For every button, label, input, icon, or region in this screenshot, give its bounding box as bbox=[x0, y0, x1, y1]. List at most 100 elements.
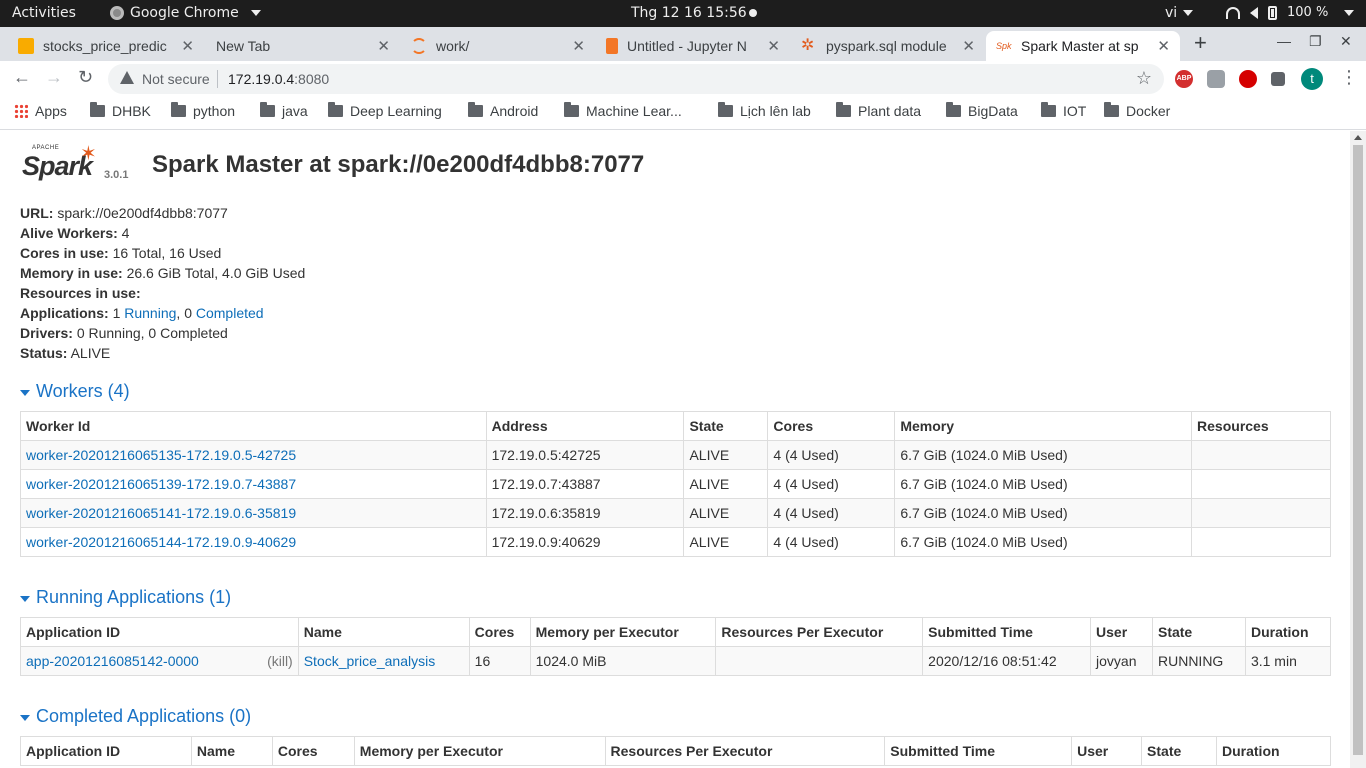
notification-dot-icon bbox=[749, 9, 757, 17]
bookmark-folder[interactable]: Deep Learning bbox=[328, 102, 442, 119]
worker-link[interactable]: worker-20201216065141-172.19.0.6-35819 bbox=[26, 505, 296, 521]
close-tab-icon[interactable]: ✕ bbox=[181, 37, 194, 55]
tab-pyspark-sql[interactable]: ✲ pyspark.sql module ✕ bbox=[791, 31, 985, 61]
bookmark-folder[interactable]: Plant data bbox=[836, 102, 921, 119]
bookmark-folder[interactable]: Android bbox=[468, 102, 538, 119]
worker-link[interactable]: worker-20201216065144-172.19.0.9-40629 bbox=[26, 534, 296, 550]
security-status[interactable]: Not secure bbox=[142, 71, 210, 87]
tab-new-tab[interactable]: New Tab ✕ bbox=[206, 31, 400, 61]
column-header[interactable]: Address bbox=[485, 411, 685, 441]
bookmark-apps[interactable]: Apps bbox=[14, 103, 67, 119]
completed-apps-section-toggle[interactable]: Completed Applications (0) bbox=[20, 706, 251, 727]
column-header[interactable]: User bbox=[1071, 736, 1143, 766]
bookmark-folder[interactable]: python bbox=[171, 102, 235, 119]
close-tab-icon[interactable]: ✕ bbox=[1157, 37, 1170, 55]
bookmark-label: Lịch lên lab bbox=[740, 103, 811, 119]
column-header[interactable]: Cores bbox=[271, 736, 355, 766]
column-header[interactable]: Memory per Executor bbox=[353, 736, 606, 766]
column-header[interactable]: State bbox=[1141, 736, 1217, 766]
column-header[interactable]: Submitted Time bbox=[922, 617, 1092, 647]
activities-button[interactable]: Activities bbox=[12, 5, 76, 21]
column-header[interactable]: Memory bbox=[894, 411, 1193, 441]
app-name: Google Chrome bbox=[130, 5, 239, 21]
column-header[interactable]: Name bbox=[297, 617, 470, 647]
scroll-up-arrow-icon[interactable] bbox=[1354, 135, 1362, 140]
table-cell: 6.7 GiB (1024.0 MiB Used) bbox=[894, 498, 1193, 528]
running-apps-link[interactable]: Running bbox=[124, 305, 176, 321]
info-resources: Resources in use: bbox=[20, 283, 305, 303]
column-header[interactable]: Application ID bbox=[20, 617, 299, 647]
forward-button[interactable]: → bbox=[45, 67, 63, 88]
column-header[interactable]: Duration bbox=[1216, 736, 1331, 766]
running-apps-section-toggle[interactable]: Running Applications (1) bbox=[20, 587, 231, 608]
scrollbar-thumb[interactable] bbox=[1353, 145, 1363, 755]
bookmark-folder[interactable]: java bbox=[260, 102, 308, 119]
completed-apps-link[interactable]: Completed bbox=[196, 305, 264, 321]
spark-icon: ✲ bbox=[801, 37, 815, 54]
bookmark-folder[interactable]: Machine Lear... bbox=[564, 102, 682, 119]
reload-button[interactable]: ↻ bbox=[78, 67, 93, 88]
new-tab-button[interactable]: + bbox=[1194, 30, 1207, 56]
url-text[interactable]: 172.19.0.4:8080 bbox=[228, 71, 329, 87]
table-cell bbox=[715, 646, 924, 676]
page-scrollbar[interactable] bbox=[1350, 131, 1366, 768]
bookmark-star-icon[interactable]: ☆ bbox=[1136, 68, 1152, 89]
table-header-row: Application ID Name Cores Memory per Exe… bbox=[20, 736, 1331, 766]
tab-work[interactable]: work/ ✕ bbox=[401, 31, 595, 61]
bookmark-folder[interactable]: BigData bbox=[946, 102, 1018, 119]
close-tab-icon[interactable]: ✕ bbox=[767, 37, 780, 55]
bookmark-folder[interactable]: IOT bbox=[1041, 102, 1086, 119]
input-language-menu[interactable]: vi bbox=[1165, 5, 1194, 21]
column-header[interactable]: Memory per Executor bbox=[529, 617, 717, 647]
address-bar[interactable]: Not secure 172.19.0.4:8080 ☆ bbox=[108, 64, 1164, 94]
column-header[interactable]: Duration bbox=[1244, 617, 1332, 647]
table-cell: jovyan bbox=[1090, 646, 1153, 676]
column-header[interactable]: Name bbox=[190, 736, 273, 766]
folder-icon bbox=[260, 102, 275, 117]
chrome-menu-icon[interactable]: ⋮ bbox=[1340, 67, 1358, 88]
profile-avatar[interactable]: t bbox=[1301, 68, 1323, 90]
worker-link[interactable]: worker-20201216065135-172.19.0.5-42725 bbox=[26, 447, 296, 463]
spark-logo[interactable]: APACHE Spark ✶ 3.0.1 bbox=[20, 143, 130, 183]
column-header[interactable]: State bbox=[1151, 617, 1246, 647]
close-window-button[interactable]: ✕ bbox=[1340, 33, 1352, 50]
column-header[interactable]: Resources bbox=[1191, 411, 1331, 441]
bookmark-label: java bbox=[282, 103, 308, 119]
back-button[interactable]: ← bbox=[13, 67, 31, 88]
bookmark-folder[interactable]: Docker bbox=[1104, 102, 1170, 119]
bookmark-folder[interactable]: DHBK bbox=[90, 102, 151, 119]
close-tab-icon[interactable]: ✕ bbox=[962, 37, 975, 55]
minimize-button[interactable]: — bbox=[1277, 33, 1291, 49]
clock[interactable]: Thg 12 16 15:56 bbox=[631, 5, 747, 21]
system-menu[interactable]: 100 % bbox=[1226, 5, 1355, 20]
table-cell: ALIVE bbox=[683, 498, 769, 528]
worker-link[interactable]: worker-20201216065139-172.19.0.7-43887 bbox=[26, 476, 296, 492]
maximize-button[interactable]: ❐ bbox=[1309, 33, 1322, 50]
close-tab-icon[interactable]: ✕ bbox=[572, 37, 585, 55]
tab-title: work/ bbox=[436, 38, 470, 54]
column-header[interactable]: Cores bbox=[468, 617, 531, 647]
app-menu[interactable]: Google Chrome bbox=[110, 5, 261, 21]
red-extension-icon[interactable] bbox=[1239, 70, 1257, 88]
column-header[interactable]: Application ID bbox=[20, 736, 192, 766]
kill-app-button[interactable]: (kill) bbox=[267, 653, 293, 669]
column-header[interactable]: Resources Per Executor bbox=[604, 736, 886, 766]
tab-spark-master[interactable]: Spk Spark Master at sp ✕ bbox=[986, 31, 1180, 61]
column-header[interactable]: Cores bbox=[767, 411, 896, 441]
adblock-extension-icon[interactable]: ABP bbox=[1175, 70, 1193, 88]
bookmark-label: Machine Lear... bbox=[586, 103, 682, 119]
tab-untitled-jupyter[interactable]: Untitled - Jupyter N ✕ bbox=[596, 31, 790, 61]
column-header[interactable]: Worker Id bbox=[20, 411, 487, 441]
tab-stocks-price[interactable]: stocks_price_predic ✕ bbox=[8, 31, 204, 61]
column-header[interactable]: User bbox=[1090, 617, 1153, 647]
column-header[interactable]: State bbox=[683, 411, 769, 441]
extensions-puzzle-icon[interactable] bbox=[1271, 72, 1285, 86]
workers-section-toggle[interactable]: Workers (4) bbox=[20, 381, 130, 402]
application-name-link[interactable]: Stock_price_analysis bbox=[304, 653, 436, 669]
column-header[interactable]: Submitted Time bbox=[884, 736, 1073, 766]
column-header[interactable]: Resources Per Executor bbox=[715, 617, 924, 647]
application-link[interactable]: app-20201216085142-0000 bbox=[26, 653, 199, 669]
shield-extension-icon[interactable] bbox=[1207, 70, 1225, 88]
bookmark-folder[interactable]: Lịch lên lab bbox=[718, 102, 811, 119]
close-tab-icon[interactable]: ✕ bbox=[377, 37, 390, 55]
